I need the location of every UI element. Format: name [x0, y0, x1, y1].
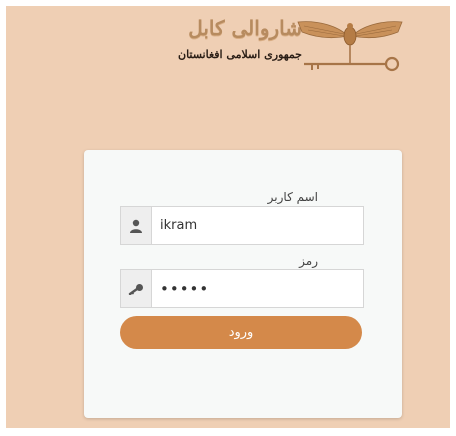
- username-input[interactable]: [152, 207, 363, 244]
- username-label: اسم کاربر: [267, 190, 318, 204]
- page-background: شاروالی کابل جمهوری اسلامی افغانستان اسم…: [6, 6, 450, 428]
- password-label: رمز: [299, 254, 318, 268]
- eagle-key-emblem-icon: [297, 21, 403, 72]
- password-input[interactable]: •••••: [152, 270, 363, 307]
- password-field-group: •••••: [120, 269, 364, 308]
- key-icon: [121, 270, 152, 307]
- header-logo: شاروالی کابل جمهوری اسلامی افغانستان: [84, 12, 406, 74]
- username-field-group: [120, 206, 364, 245]
- login-card: اسم کاربر رمز ••••• ورود: [84, 150, 402, 418]
- login-button[interactable]: ورود: [120, 316, 362, 349]
- user-icon: [121, 207, 152, 244]
- logo-title: شاروالی کابل: [188, 16, 302, 40]
- logo-subtitle: جمهوری اسلامی افغانستان: [178, 48, 302, 61]
